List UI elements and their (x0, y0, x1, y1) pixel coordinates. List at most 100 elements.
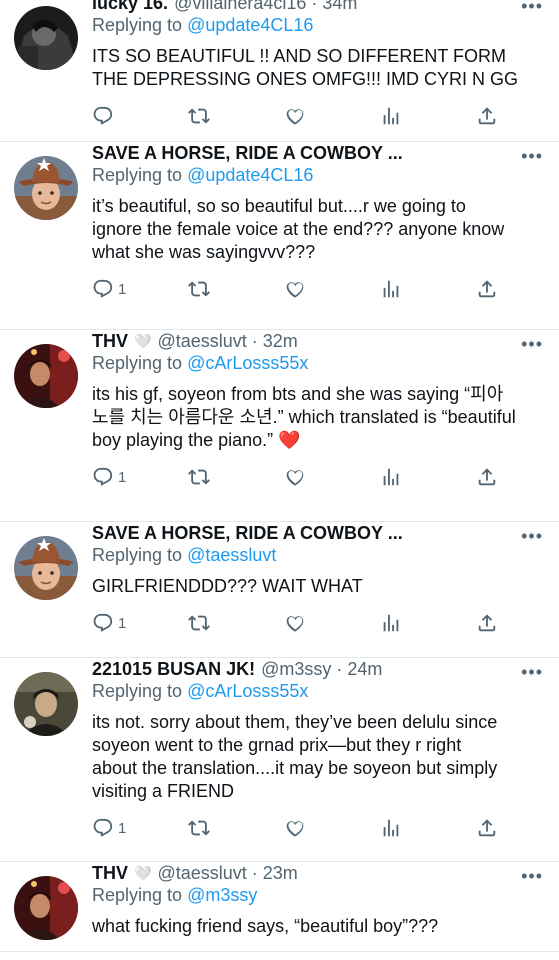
like-button[interactable] (284, 466, 380, 488)
reply-icon (92, 466, 114, 488)
user-handle[interactable]: @taessluvt (157, 863, 246, 884)
tweet-actions: 1 (92, 815, 545, 841)
views-button[interactable] (380, 466, 476, 488)
analytics-icon (380, 817, 402, 839)
retweet-button[interactable] (188, 466, 284, 488)
reply-button[interactable]: 1 (92, 817, 188, 839)
separator-dot: · (336, 658, 343, 679)
reply-count: 1 (118, 614, 127, 632)
more-icon[interactable]: ••• (521, 662, 543, 683)
retweet-button[interactable] (188, 817, 284, 839)
reply-button[interactable]: 1 (92, 278, 188, 300)
display-name[interactable]: SAVE A HORSE, RIDE A COWBOY ... (92, 143, 403, 164)
separator-dot: · (251, 862, 258, 883)
tweet-text: ITS SO BEAUTIFUL !! AND SO DIFFERENT FOR… (92, 46, 519, 89)
tweet[interactable]: SAVE A HORSE, RIDE A COWBOY ... Replying… (0, 522, 559, 658)
more-icon[interactable]: ••• (521, 866, 543, 887)
more-icon[interactable]: ••• (521, 0, 543, 17)
views-button[interactable] (380, 105, 476, 127)
avatar[interactable] (14, 344, 78, 408)
tweet-actions: 1 (92, 610, 545, 636)
reply-icon (92, 278, 114, 300)
tweet-actions (92, 103, 545, 129)
tweet-text: its his gf, soyeon from bts and she was … (92, 384, 516, 450)
avatar[interactable] (14, 536, 78, 600)
timestamp[interactable]: 34m (322, 0, 357, 14)
share-button[interactable] (476, 612, 498, 634)
avatar[interactable] (14, 672, 78, 736)
retweet-button[interactable] (188, 105, 284, 127)
tweet-header: THV 🤍 @taessluvt · 32m (92, 330, 545, 352)
display-name[interactable]: THV (92, 863, 128, 884)
views-button[interactable] (380, 817, 476, 839)
heart-icon (284, 817, 306, 839)
share-icon (476, 105, 498, 127)
analytics-icon (380, 612, 402, 634)
analytics-icon (380, 466, 402, 488)
timestamp[interactable]: 32m (263, 331, 298, 352)
reply-thread: lucky 16. @villainera4cl16 · 34m Replyin… (0, 0, 559, 952)
avatar[interactable] (14, 156, 78, 220)
more-icon[interactable]: ••• (521, 526, 543, 547)
reply-mention-link[interactable]: @update4CL16 (187, 15, 313, 35)
replying-to-label: Replying to (92, 353, 188, 373)
reply-mention-link[interactable]: @cArLosss55x (187, 681, 308, 701)
share-button[interactable] (476, 817, 498, 839)
tweet[interactable]: lucky 16. @villainera4cl16 · 34m Replyin… (0, 0, 559, 142)
white-heart-badge: 🤍 (134, 332, 152, 349)
retweet-button[interactable] (188, 278, 284, 300)
user-handle[interactable]: @villainera4cl16 (174, 0, 306, 14)
share-icon (476, 817, 498, 839)
analytics-icon (380, 105, 402, 127)
reply-mention-link[interactable]: @m3ssy (187, 885, 257, 905)
share-button[interactable] (476, 105, 498, 127)
reply-count: 1 (118, 468, 127, 486)
like-button[interactable] (284, 817, 380, 839)
tweet-content: THV 🤍 @taessluvt · 32m Replying to @cArL… (82, 330, 545, 521)
retweet-icon (188, 105, 210, 127)
tweet[interactable]: THV 🤍 @taessluvt · 32m Replying to @cArL… (0, 330, 559, 522)
reply-button[interactable]: 1 (92, 612, 188, 634)
separator-dot: · (251, 330, 258, 351)
more-icon[interactable]: ••• (521, 146, 543, 167)
display-name[interactable]: THV (92, 331, 128, 352)
tweet[interactable]: SAVE A HORSE, RIDE A COWBOY ... Replying… (0, 142, 559, 330)
avatar[interactable] (14, 6, 78, 70)
timestamp[interactable]: 23m (263, 863, 298, 884)
retweet-button[interactable] (188, 612, 284, 634)
reply-mention-link[interactable]: @taessluvt (187, 545, 276, 565)
reply-button[interactable] (92, 105, 188, 127)
tweet-actions: 1 (92, 276, 545, 302)
share-button[interactable] (476, 466, 498, 488)
share-button[interactable] (476, 278, 498, 300)
user-handle[interactable]: @taessluvt (157, 331, 246, 352)
like-button[interactable] (284, 612, 380, 634)
display-name[interactable]: 221015 BUSAN JK! (92, 659, 255, 680)
reply-mention-link[interactable]: @cArLosss55x (187, 353, 308, 373)
replying-to-label: Replying to (92, 681, 188, 701)
reply-icon (92, 817, 114, 839)
replying-to-label: Replying to (92, 15, 188, 35)
display-name[interactable]: lucky 16. (92, 0, 168, 14)
reply-button[interactable]: 1 (92, 466, 188, 488)
reply-icon (92, 105, 114, 127)
tweet-header: SAVE A HORSE, RIDE A COWBOY ... (92, 522, 545, 544)
avatar[interactable] (14, 876, 78, 940)
tweet[interactable]: THV 🤍 @taessluvt · 23m Replying to @m3ss… (0, 862, 559, 952)
replying-to-label: Replying to (92, 885, 188, 905)
timestamp[interactable]: 24m (347, 659, 382, 680)
views-button[interactable] (380, 612, 476, 634)
share-icon (476, 466, 498, 488)
tweet-text: GIRLFRIENDDD??? WAIT WHAT (92, 576, 363, 596)
heart-icon (284, 105, 306, 127)
reply-mention-link[interactable]: @update4CL16 (187, 165, 313, 185)
like-button[interactable] (284, 278, 380, 300)
tweet[interactable]: 221015 BUSAN JK! @m3ssy · 24m Replying t… (0, 658, 559, 862)
tweet-content: SAVE A HORSE, RIDE A COWBOY ... Replying… (82, 522, 545, 657)
views-button[interactable] (380, 278, 476, 300)
more-icon[interactable]: ••• (521, 334, 543, 355)
display-name[interactable]: SAVE A HORSE, RIDE A COWBOY ... (92, 523, 403, 544)
replying-to: Replying to @cArLosss55x (92, 353, 545, 376)
user-handle[interactable]: @m3ssy (261, 659, 331, 680)
like-button[interactable] (284, 105, 380, 127)
